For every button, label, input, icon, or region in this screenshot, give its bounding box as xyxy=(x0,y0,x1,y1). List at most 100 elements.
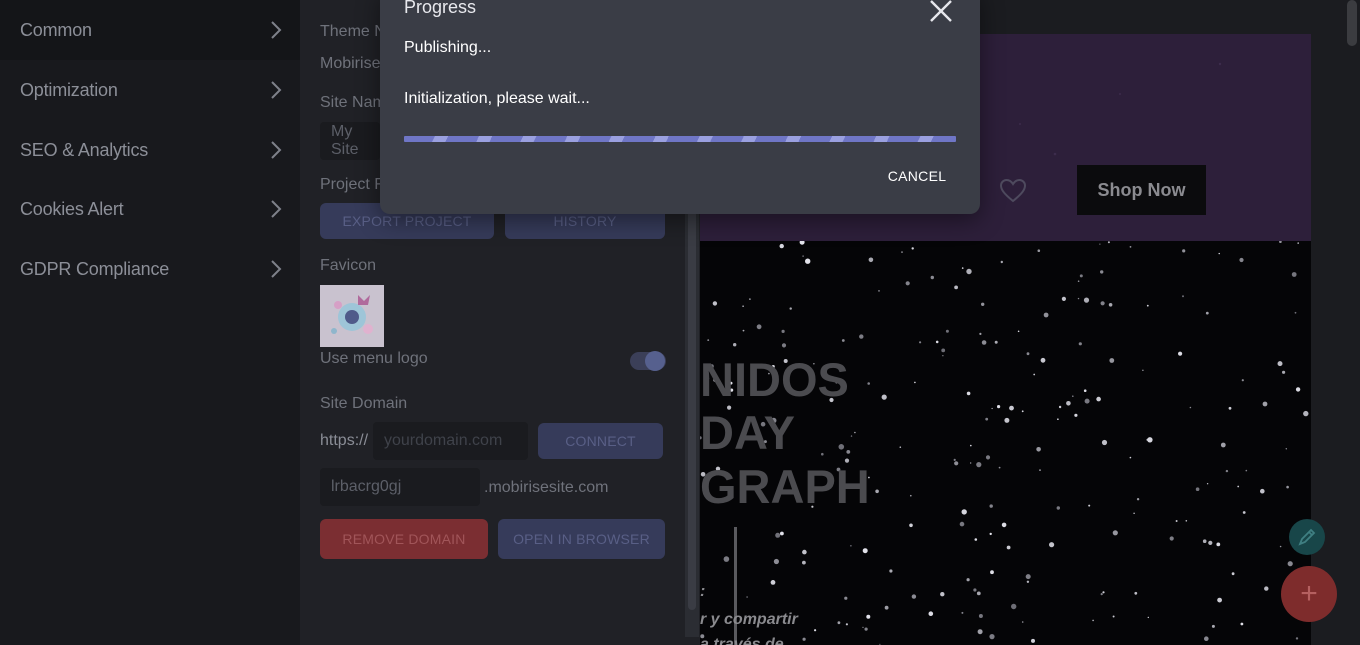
star xyxy=(979,332,982,335)
shop-now-button[interactable]: Shop Now xyxy=(1077,165,1206,215)
star xyxy=(1049,542,1055,548)
star xyxy=(945,329,949,333)
star xyxy=(775,532,781,538)
star xyxy=(901,251,903,253)
star xyxy=(1211,624,1215,628)
star xyxy=(974,538,978,541)
star xyxy=(1133,512,1135,514)
sidebar-item-cookies-alert[interactable]: Cookies Alert xyxy=(0,179,300,239)
add-block-button[interactable]: + xyxy=(1281,566,1337,622)
star xyxy=(978,614,983,618)
preview-scrollbar-thumb[interactable] xyxy=(1347,0,1357,46)
sidebar-item-common[interactable]: Common xyxy=(0,0,300,60)
heart-icon[interactable] xyxy=(999,178,1027,204)
star xyxy=(854,431,856,434)
star xyxy=(884,605,889,610)
star xyxy=(1146,304,1149,307)
star xyxy=(1287,561,1293,567)
chevron-right-icon xyxy=(271,141,282,159)
star xyxy=(985,455,991,460)
star xyxy=(802,637,806,641)
sidebar-item-label: GDPR Compliance xyxy=(20,258,170,279)
star xyxy=(1225,469,1229,473)
chevron-right-icon xyxy=(271,81,282,99)
star xyxy=(1004,417,1010,423)
star xyxy=(1279,241,1282,243)
star xyxy=(1182,249,1186,253)
star xyxy=(1218,252,1220,255)
star xyxy=(1056,506,1060,510)
star xyxy=(970,462,972,464)
star xyxy=(1285,448,1287,450)
hero-subtext-line-3: a través de xyxy=(700,636,784,645)
star xyxy=(779,243,784,249)
star xyxy=(940,592,945,597)
favicon-image[interactable] xyxy=(320,285,384,347)
preview-scrollbar[interactable] xyxy=(1345,0,1360,645)
star xyxy=(1260,488,1265,494)
open-in-browser-button[interactable]: OPEN IN BROWSER xyxy=(498,519,665,559)
cancel-button[interactable]: CANCEL xyxy=(880,164,954,188)
star xyxy=(1242,511,1246,514)
star xyxy=(942,355,944,357)
sidebar-item-gdpr-compliance[interactable]: GDPR Compliance xyxy=(0,239,300,299)
star xyxy=(1000,260,1003,264)
star xyxy=(770,580,776,585)
star xyxy=(930,275,934,280)
star xyxy=(881,394,887,400)
remove-domain-button[interactable]: REMOVE DOMAIN xyxy=(320,519,488,559)
star xyxy=(1178,351,1183,356)
star xyxy=(875,489,879,494)
star xyxy=(1129,246,1132,248)
star xyxy=(1282,370,1286,374)
star xyxy=(862,626,864,628)
star xyxy=(1006,545,1011,550)
star xyxy=(1264,586,1269,591)
star xyxy=(1026,352,1030,356)
project-label: Project F xyxy=(320,176,385,193)
star xyxy=(928,611,934,616)
star xyxy=(1001,522,1007,528)
subdomain-input[interactable]: lrbacrg0gj xyxy=(320,468,480,506)
star xyxy=(909,523,913,528)
site-name-input[interactable]: My Site xyxy=(320,122,380,160)
sidebar-item-optimization[interactable]: Optimization xyxy=(0,60,300,120)
star xyxy=(1083,297,1090,303)
star xyxy=(1195,487,1200,491)
star xyxy=(1058,405,1062,409)
connect-button[interactable]: CONNECT xyxy=(538,423,663,459)
star xyxy=(1277,361,1283,367)
domain-input[interactable]: yourdomain.com xyxy=(373,422,528,460)
star xyxy=(789,307,792,310)
star xyxy=(997,405,1001,409)
star xyxy=(838,444,845,450)
toggle-knob[interactable] xyxy=(645,351,665,371)
star xyxy=(1147,616,1149,619)
star xyxy=(910,494,912,497)
star xyxy=(1228,406,1232,410)
star xyxy=(1100,301,1105,306)
star xyxy=(1220,442,1226,448)
sidebar-item-seo-analytics[interactable]: SEO & Analytics xyxy=(0,120,300,180)
https-prefix: https:// xyxy=(320,432,369,449)
star xyxy=(1100,270,1104,274)
star xyxy=(1077,280,1080,282)
star xyxy=(867,382,870,385)
star xyxy=(846,450,851,454)
dialog-status: Publishing... xyxy=(404,39,492,56)
star xyxy=(961,611,964,614)
star xyxy=(805,258,811,264)
theme-label: Theme N xyxy=(320,23,386,40)
star xyxy=(1245,469,1248,472)
close-icon[interactable] xyxy=(928,0,954,24)
plus-icon: + xyxy=(1300,577,1318,610)
star xyxy=(1088,504,1091,507)
star xyxy=(1295,387,1301,392)
star xyxy=(1011,603,1017,610)
edit-block-button[interactable] xyxy=(1289,519,1325,555)
star xyxy=(1262,401,1268,407)
star xyxy=(1033,373,1036,376)
star xyxy=(966,578,970,582)
favicon-label: Favicon xyxy=(320,257,377,274)
sidebar-item-label: Common xyxy=(20,19,92,40)
